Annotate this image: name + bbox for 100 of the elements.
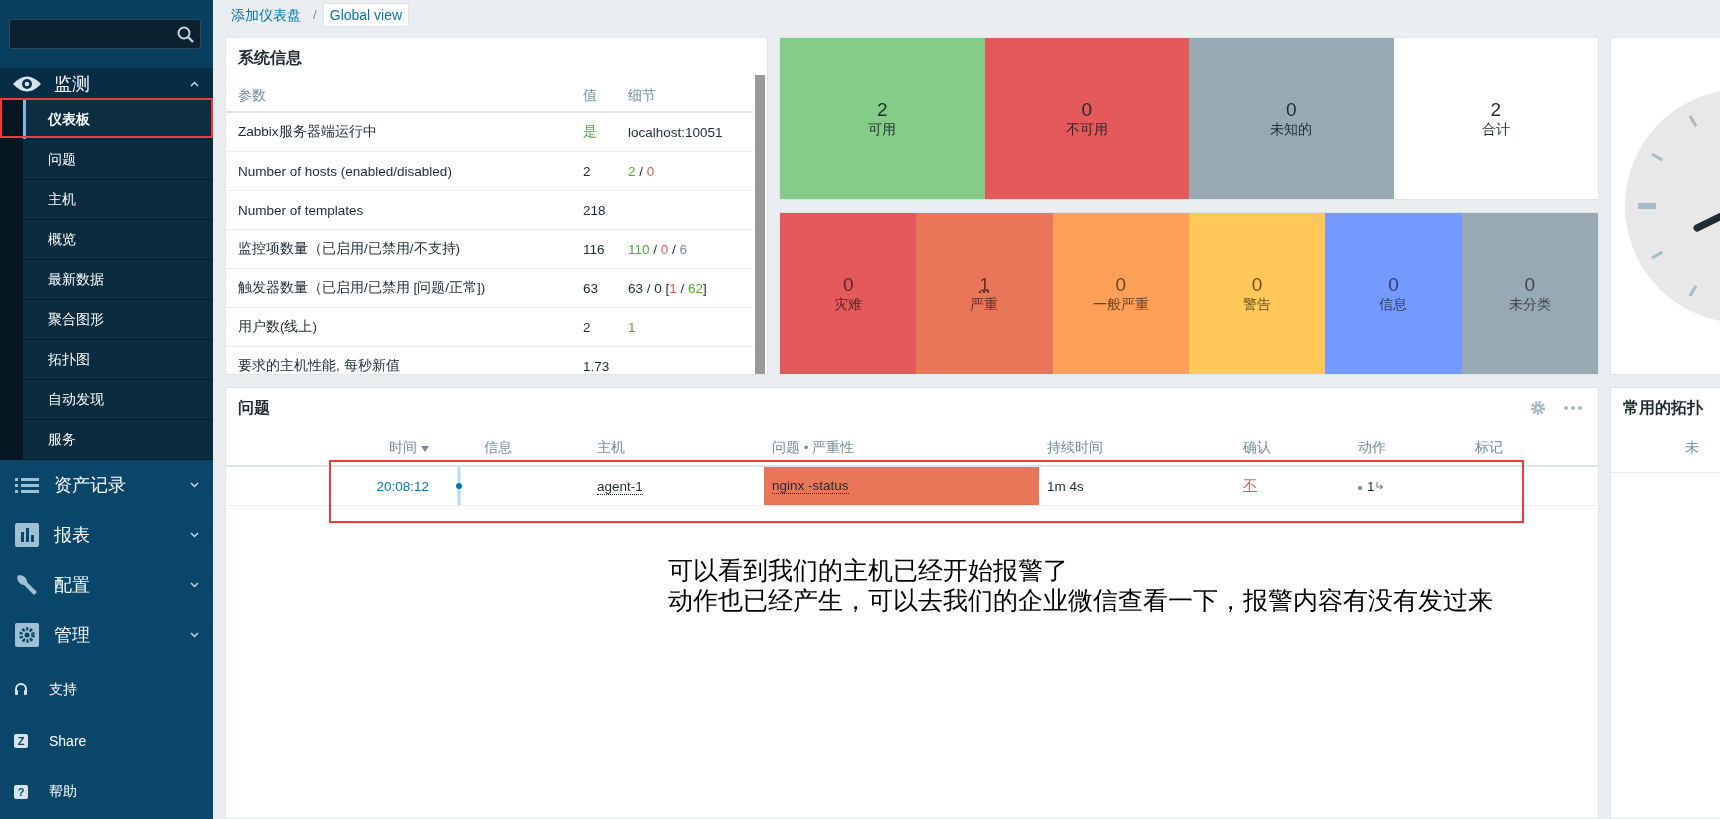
submenu-item[interactable]: 问题 xyxy=(23,140,213,180)
chevron-icon xyxy=(190,582,199,588)
host-link[interactable]: agent-1 xyxy=(597,478,643,495)
submenu-item[interactable]: 服务 xyxy=(23,420,213,460)
table-cell-text: 2 / 0 xyxy=(628,163,656,179)
duration-text: 1m 4s xyxy=(1046,478,1085,494)
table-cell-text: 用户数(线上) xyxy=(238,318,318,336)
tile-label: 未知的 xyxy=(1270,120,1313,139)
actions-link[interactable]: 1 xyxy=(1358,478,1384,494)
chevron-icon xyxy=(190,81,199,87)
column-header[interactable]: 动作 xyxy=(1350,439,1467,457)
ack-link[interactable]: 不 xyxy=(1243,478,1257,493)
tile-label: 可用 xyxy=(868,120,897,139)
footer-link[interactable]: 支持 xyxy=(49,680,77,699)
search-icon[interactable] xyxy=(177,25,194,43)
column-header[interactable]: 信息 xyxy=(476,439,589,457)
tile-count: 2 xyxy=(876,98,888,121)
table-cell-text: 218 xyxy=(583,202,607,218)
table-cell-text: 1 xyxy=(628,319,637,335)
table-cell-text: 触发器数量（已启用/已禁用 [问题/正常]) xyxy=(238,279,487,297)
breadcrumb-link[interactable]: Global view xyxy=(322,3,410,27)
column-header[interactable]: 主机 xyxy=(589,439,764,457)
submenu-item[interactable]: 拓扑图 xyxy=(23,340,213,380)
submenu-item[interactable]: 概览 xyxy=(23,220,213,260)
table-cell-text: 要求的主机性能, 每秒新值 xyxy=(238,357,401,374)
table-cell-text: localhost:10051 xyxy=(628,124,724,140)
menu-label: 报表 xyxy=(54,524,91,547)
gear-icon xyxy=(12,623,42,647)
more-icon[interactable] xyxy=(1564,406,1582,410)
tile-count: 0 xyxy=(1081,98,1093,121)
tile-count: 0 xyxy=(1388,273,1399,296)
menu-label: 管理 xyxy=(54,624,91,647)
table-cell-text: 监控项数量（已启用/已禁用/不支持) xyxy=(238,240,461,258)
problem-link[interactable]: nginx -status xyxy=(772,478,849,494)
breadcrumb-link[interactable]: 添加仪表盘 xyxy=(225,3,307,29)
submenu-item[interactable]: 聚合图形 xyxy=(23,300,213,340)
column-header[interactable]: 问题 • 严重性 xyxy=(764,439,1039,457)
list-icon xyxy=(12,476,42,494)
annotation-text: 可以看到我们的主机已经开始报警了 xyxy=(668,556,1069,586)
tile-count[interactable]: 1 xyxy=(979,273,990,296)
sort-icon xyxy=(421,446,429,452)
column-header[interactable]: 确认 xyxy=(1235,439,1350,457)
table-cell-text: 2 xyxy=(583,319,592,335)
menu-section[interactable]: 配置 xyxy=(0,560,213,610)
widget-title: 问题 xyxy=(238,398,270,418)
tile-count: 0 xyxy=(1285,98,1297,121)
menu-section[interactable]: 报表 xyxy=(0,510,213,560)
widget-title: 系统信息 xyxy=(238,48,302,68)
column-header: 细节 xyxy=(628,87,657,105)
letter-icon: ? xyxy=(14,784,28,799)
table-cell-text: 是 xyxy=(583,123,598,141)
tile-label: 信息 xyxy=(1379,295,1408,314)
time-link[interactable]: 20:08:12 xyxy=(376,478,429,494)
tile-label: 一般严重 xyxy=(1092,295,1149,314)
timeline-icon xyxy=(454,467,463,505)
column-header[interactable]: 时间 xyxy=(226,439,441,457)
menu-section[interactable]: 资产记录 xyxy=(0,460,213,510)
column-header[interactable]: 持续时间 xyxy=(1039,439,1235,457)
submenu-item[interactable]: 仪表板 xyxy=(23,100,213,140)
table-cell-text: 63 xyxy=(583,280,600,296)
menu-section[interactable]: 管理 xyxy=(0,610,213,660)
table-cell-text: Number of templates xyxy=(238,202,365,218)
breadcrumb-separator: / xyxy=(313,6,317,22)
column-header[interactable]: 标记 xyxy=(1467,439,1598,457)
letter-icon: Z xyxy=(14,733,28,748)
tile-count: 0 xyxy=(1115,273,1127,296)
menu-label: 资产记录 xyxy=(54,474,127,497)
table-cell-text: Zabbix服务器端运行中 xyxy=(238,123,378,141)
chevron-icon xyxy=(190,532,199,538)
tile-count: 0 xyxy=(1251,273,1263,296)
settings-icon[interactable] xyxy=(1530,400,1546,416)
column-header: 值 xyxy=(583,87,598,105)
eye-icon xyxy=(12,75,42,93)
submenu-item[interactable]: 自动发现 xyxy=(23,380,213,420)
table-cell-text: 63 / 0 [1 / 62] xyxy=(628,280,708,296)
search-field[interactable] xyxy=(9,19,201,49)
table-cell-text: 116 xyxy=(583,241,606,257)
table-cell-text: 1.73 xyxy=(583,358,611,374)
tile-label: 严重 xyxy=(970,295,999,314)
submenu-item[interactable]: 主机 xyxy=(23,180,213,220)
table-cell-text: 110 / 0 / 6 xyxy=(628,241,689,257)
scrollbar[interactable] xyxy=(755,75,765,374)
footer-link[interactable]: 帮助 xyxy=(49,782,77,801)
annotation-text: 动作也已经产生，可以去我们的企业微信查看一下，报警内容有没有发过来 xyxy=(668,586,1494,616)
arrow-icon xyxy=(1375,482,1384,491)
column-header: 参数 xyxy=(238,87,267,105)
tile-count: 0 xyxy=(842,273,854,296)
menu-label: 监测 xyxy=(54,73,91,96)
tile-count: 0 xyxy=(1524,273,1536,296)
chevron-icon xyxy=(190,632,199,638)
empty-message: 未 xyxy=(1611,419,1720,473)
tile-label: 不可用 xyxy=(1065,120,1108,139)
menu-section[interactable]: 监测 xyxy=(0,68,213,100)
tile-label: 警告 xyxy=(1243,295,1272,314)
submenu-item[interactable]: 最新数据 xyxy=(23,260,213,300)
tile-label: 合计 xyxy=(1481,120,1510,139)
footer-link[interactable]: Share xyxy=(49,732,87,749)
table-cell-text: 2 xyxy=(583,163,592,179)
menu-label: 配置 xyxy=(54,574,91,597)
headset-icon xyxy=(14,682,28,697)
